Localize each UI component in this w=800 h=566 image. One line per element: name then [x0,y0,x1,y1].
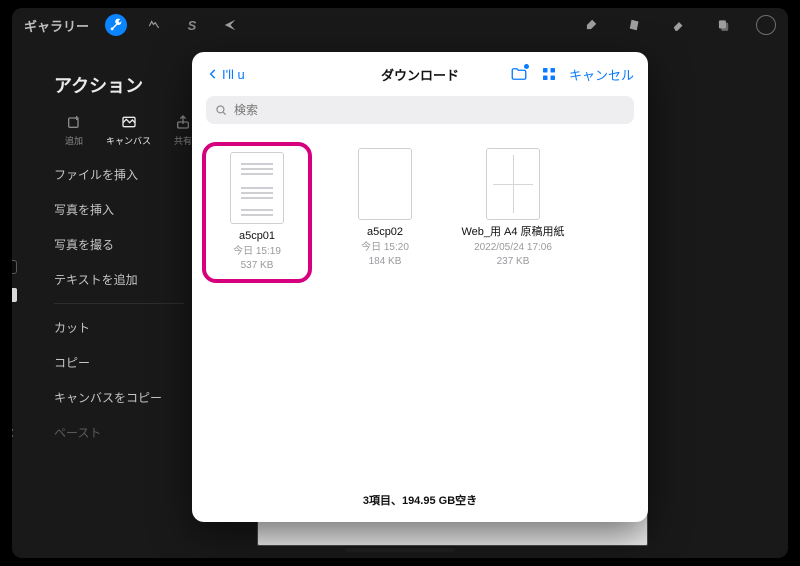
file-name: a5cp02 [367,226,403,240]
color-swatch[interactable] [756,15,776,35]
rail-close-icon[interactable] [12,426,16,440]
file-grid: a5cp01 今日 15:19 537 KB a5cp02 今日 15:20 1… [192,134,648,482]
file-size: 537 KB [241,259,274,273]
rail-chip[interactable] [12,260,17,274]
file-size: 184 KB [369,255,402,269]
file-item[interactable]: Web_用 A4 原稿用紙 2022/05/24 17:06 237 KB [458,142,568,275]
new-folder-icon[interactable] [507,62,531,86]
tab-add[interactable]: 追加 [64,114,84,147]
view-grid-icon[interactable] [537,62,561,86]
add-icon [64,114,84,130]
app-window: ギャラリー S [12,8,788,558]
file-thumbnail [230,152,284,224]
selection-icon[interactable]: S [181,14,203,36]
file-date: 2022/05/24 17:06 [474,241,552,255]
file-name: a5cp01 [239,230,275,244]
cancel-button[interactable]: キャンセル [569,65,634,84]
transform-icon[interactable] [219,14,241,36]
smudge-icon[interactable] [624,14,646,36]
file-date: 今日 15:20 [361,241,409,255]
tab-label: 共有 [174,134,192,147]
share-icon [173,114,193,130]
home-indicator [345,548,455,552]
tab-label: 追加 [65,134,83,147]
search-field[interactable] [206,96,634,124]
file-size: 237 KB [497,255,530,269]
back-button[interactable]: I'll u [206,67,245,82]
topbar: ギャラリー S [12,8,788,42]
file-name: Web_用 A4 原稿用紙 [461,226,564,240]
tab-canvas[interactable]: キャンバス [106,114,151,147]
modal-header: I'll u ダウンロード キャンセル [192,52,648,92]
canvas-icon [119,114,139,130]
file-item[interactable]: a5cp02 今日 15:20 184 KB [330,142,440,275]
tab-share[interactable]: 共有 [173,114,193,147]
gallery-button[interactable]: ギャラリー [24,16,89,35]
menu-separator [54,303,184,304]
eraser-icon[interactable] [668,14,690,36]
tab-label: キャンバス [106,134,151,147]
back-label: I'll u [222,67,245,82]
adjustments-icon[interactable] [143,14,165,36]
file-picker-modal: I'll u ダウンロード キャンセル [192,52,648,522]
rail-block[interactable] [12,288,17,302]
modal-footer: 3項目、194.95 GB空き [192,482,648,522]
chevron-left-icon [206,67,220,81]
search-icon [214,103,228,117]
layers-icon[interactable] [712,14,734,36]
brush-icon[interactable] [580,14,602,36]
search-input[interactable] [234,103,626,117]
file-item[interactable]: a5cp01 今日 15:19 537 KB [202,142,312,283]
file-thumbnail [358,148,412,220]
actions-icon[interactable] [105,14,127,36]
file-thumbnail [486,148,540,220]
file-date: 今日 15:19 [233,245,281,259]
